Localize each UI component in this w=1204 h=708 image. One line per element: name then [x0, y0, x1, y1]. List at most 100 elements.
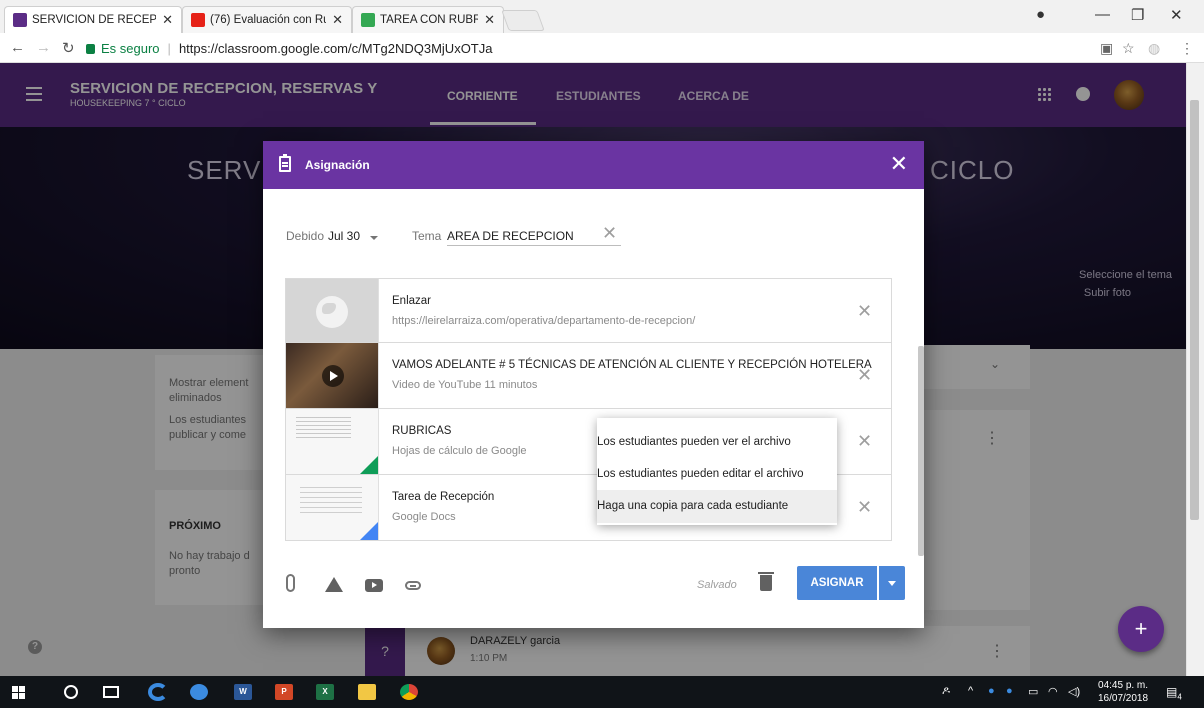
back-arrow-icon[interactable]: ← [10, 39, 25, 56]
attachment-subtitle: https://leirelarraiza.com/operativa/depa… [392, 315, 696, 327]
dialog-title: Asignación [305, 158, 370, 172]
close-tab-icon[interactable]: ✕ [162, 12, 173, 28]
keyboard-icon[interactable]: ▭ [1028, 685, 1038, 698]
due-label: Debido [286, 229, 325, 243]
youtube-icon[interactable] [365, 579, 383, 592]
close-icon[interactable]: ✕ [890, 151, 908, 177]
wifi-icon[interactable]: ◠ [1048, 685, 1058, 698]
menu-kebab-icon[interactable]: ⋮ [1180, 40, 1194, 57]
caret-down-icon[interactable] [370, 236, 378, 240]
secure-indicator: Es seguro [86, 41, 160, 56]
tab-title: TAREA CON RUBRICAS - [380, 14, 478, 26]
trash-icon[interactable] [758, 572, 774, 591]
cortana-search-icon[interactable] [64, 685, 78, 699]
classroom-favicon-icon [13, 13, 27, 27]
attachment-subtitle: Video de YouTube 11 minutos [392, 379, 538, 391]
browser-tab-classroom[interactable]: SERVICION DE RECEPCIC ✕ [4, 6, 182, 33]
sheet-preview [296, 417, 351, 439]
task-view-icon[interactable] [103, 686, 119, 698]
link-thumbnail [286, 279, 379, 342]
share-option-label: Los estudiantes pueden ver el archivo [597, 436, 791, 448]
attachment-title: RUBRICAS [392, 425, 452, 437]
add-fab-button[interactable]: + [1118, 606, 1164, 652]
info-icon[interactable]: ● [1006, 685, 1013, 697]
close-window-icon[interactable]: ✕ [1170, 6, 1183, 24]
attachment-youtube[interactable]: VAMOS ADELANTE # 5 TÉCNICAS DE ATENCIÓN … [285, 343, 892, 409]
translate-icon[interactable]: ▣ [1100, 40, 1113, 57]
clock-time: 04:45 p. m. [1098, 680, 1149, 691]
word-app-icon[interactable]: W [234, 684, 252, 700]
url-separator: | [167, 40, 171, 56]
remove-attachment-icon[interactable]: ✕ [857, 301, 872, 322]
browser-tab-bar: SERVICION DE RECEPCIC ✕ (76) Evaluación … [0, 0, 1204, 33]
minimize-icon[interactable]: — [1095, 6, 1110, 23]
url-input[interactable]: Es seguro | https://classroom.google.com… [86, 37, 1096, 59]
windows-taskbar: W P X ዶ ^ ● ● ▭ ◠ ◁) 04:45 p. m. 16/07/2… [0, 676, 1204, 708]
extension-icon[interactable]: ◍ [1148, 40, 1160, 57]
sheets-corner-icon [360, 456, 378, 474]
doc-thumbnail [286, 475, 379, 540]
excel-app-icon[interactable]: X [316, 684, 334, 700]
url-text: https://classroom.google.com/c/MTg2NDQ3M… [178, 40, 493, 56]
tab-title: (76) Evaluación con Rubr [210, 14, 326, 26]
notification-count: 4 [1177, 692, 1182, 702]
share-option-label: Haga una copia para cada estudiante [597, 500, 789, 512]
tray-chevron-icon[interactable]: ^ [968, 685, 973, 697]
forward-arrow-icon[interactable]: → [36, 39, 51, 56]
browser-tab-drive[interactable]: TAREA CON RUBRICAS - ✕ [352, 6, 504, 33]
bluetooth-icon[interactable]: ● [988, 685, 995, 697]
bookmark-star-icon[interactable]: ☆ [1122, 40, 1135, 57]
saved-status: Salvado [697, 579, 737, 591]
share-option-view[interactable]: Los estudiantes pueden ver el archivo [597, 426, 837, 459]
remove-attachment-icon[interactable]: ✕ [857, 365, 872, 386]
messenger-app-icon[interactable] [190, 684, 208, 700]
globe-icon [316, 296, 348, 328]
google-drive-icon[interactable] [325, 577, 343, 592]
attachment-subtitle: Google Docs [392, 511, 456, 523]
taskbar-clock[interactable]: 04:45 p. m. 16/07/2018 [1098, 679, 1148, 705]
dialog-header: Asignación ✕ [263, 141, 924, 189]
profile-icon[interactable]: ● [1036, 6, 1045, 23]
lock-icon [86, 44, 95, 54]
remove-attachment-icon[interactable]: ✕ [857, 431, 872, 452]
attachment-title: Tarea de Recepción [392, 491, 495, 503]
dialog-scrollbar[interactable] [918, 346, 924, 556]
attachment-subtitle: Hojas de cálculo de Google [392, 445, 527, 457]
notification-center-icon[interactable]: ▤4 [1166, 685, 1182, 701]
attachment-link[interactable]: Enlazar https://leirelarraiza.com/operat… [285, 278, 892, 343]
sheet-thumbnail [286, 409, 379, 474]
new-tab-button[interactable] [501, 10, 545, 31]
powerpoint-app-icon[interactable]: P [275, 684, 293, 700]
browser-tab-youtube[interactable]: (76) Evaluación con Rubr ✕ [182, 6, 352, 33]
edge-browser-icon[interactable] [148, 683, 168, 701]
topic-label: Tema [412, 229, 442, 243]
remove-attachment-icon[interactable]: ✕ [857, 497, 872, 518]
link-icon[interactable] [405, 581, 421, 590]
youtube-favicon-icon [191, 13, 205, 27]
attachment-title: VAMOS ADELANTE # 5 TÉCNICAS DE ATENCIÓN … [392, 359, 872, 371]
file-explorer-icon[interactable] [358, 684, 376, 700]
clear-topic-icon[interactable]: ✕ [602, 223, 617, 244]
share-option-edit[interactable]: Los estudiantes pueden editar el archivo [597, 458, 837, 491]
assign-options-button[interactable] [879, 566, 905, 600]
people-icon[interactable]: ዶ [942, 685, 950, 698]
volume-icon[interactable]: ◁) [1068, 685, 1080, 698]
windows-start-icon[interactable] [12, 686, 25, 699]
restore-icon[interactable]: ❐ [1131, 6, 1144, 24]
assignment-dialog: Asignación ✕ Debido Jul 30 Tema AREA DE … [263, 141, 924, 628]
assign-button[interactable]: ASIGNAR [797, 566, 877, 600]
due-date-select[interactable]: Jul 30 [328, 229, 360, 243]
chrome-browser-icon[interactable] [400, 684, 418, 700]
docs-corner-icon [360, 522, 378, 540]
tab-title: SERVICION DE RECEPCIC [32, 14, 156, 26]
attach-file-icon[interactable] [286, 574, 295, 592]
attachment-title: Enlazar [392, 295, 431, 307]
share-option-copy[interactable]: Haga una copia para cada estudiante [597, 490, 837, 523]
reload-icon[interactable]: ↻ [62, 39, 75, 57]
page-scrollbar-thumb[interactable] [1190, 100, 1199, 520]
assignment-icon [279, 154, 291, 172]
topic-field[interactable]: AREA DE RECEPCION [447, 229, 574, 243]
doc-preview [300, 487, 362, 517]
close-tab-icon[interactable]: ✕ [332, 12, 343, 28]
close-tab-icon[interactable]: ✕ [484, 12, 495, 28]
